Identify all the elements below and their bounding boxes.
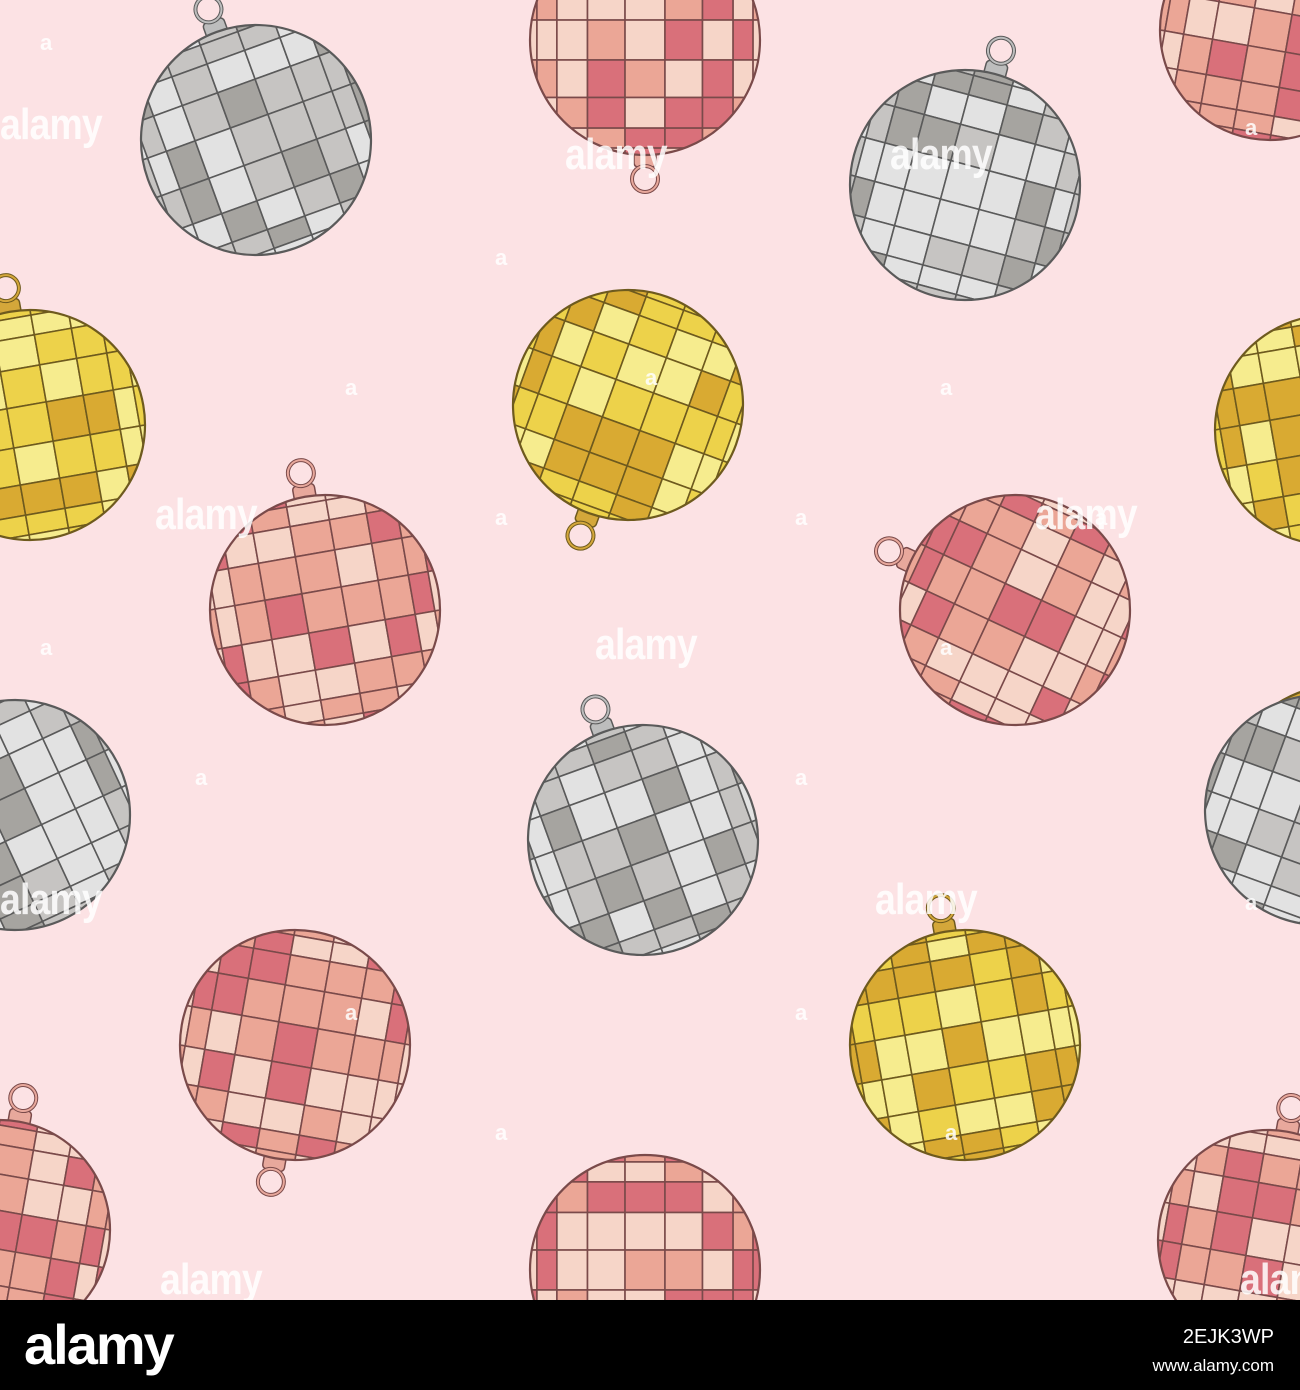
silver-disco-ornament (824, 35, 1106, 326)
gold-disco-ornament (1196, 312, 1300, 564)
footer-logo: alamy (24, 1313, 175, 1376)
ornament-hanger (630, 150, 660, 194)
rose-disco-ornament (528, 1153, 762, 1300)
gold-disco-ornament (831, 893, 1099, 1179)
silver-disco-ornament (108, 0, 404, 288)
rose-disco-ornament (1144, 1093, 1300, 1300)
stock-footer-bar: alamy 2EJK3WP www.alamy.com (0, 1300, 1300, 1390)
ornament-layer (0, 0, 1300, 1300)
rose-disco-ornament (0, 1083, 128, 1300)
silver-disco-ornament (0, 662, 168, 958)
gold-disco-ornament (480, 257, 776, 553)
rose-disco-ornament (528, 0, 762, 194)
rose-disco-ornament (161, 911, 429, 1197)
silver-disco-ornament (1172, 662, 1300, 939)
rose-disco-ornament (862, 457, 1168, 763)
footer-image-id: 2EJK3WP (1182, 1326, 1274, 1348)
gold-disco-ornament (0, 273, 164, 550)
silver-disco-ornament (495, 692, 791, 988)
rose-disco-ornament (1142, 0, 1300, 149)
rose-disco-ornament (191, 458, 459, 744)
disco-ball-pattern: alamy alamy alamy alamy alamy alamy alamy alamy… (0, 0, 1300, 1300)
footer-url: www.alamy.com (1152, 1356, 1274, 1375)
